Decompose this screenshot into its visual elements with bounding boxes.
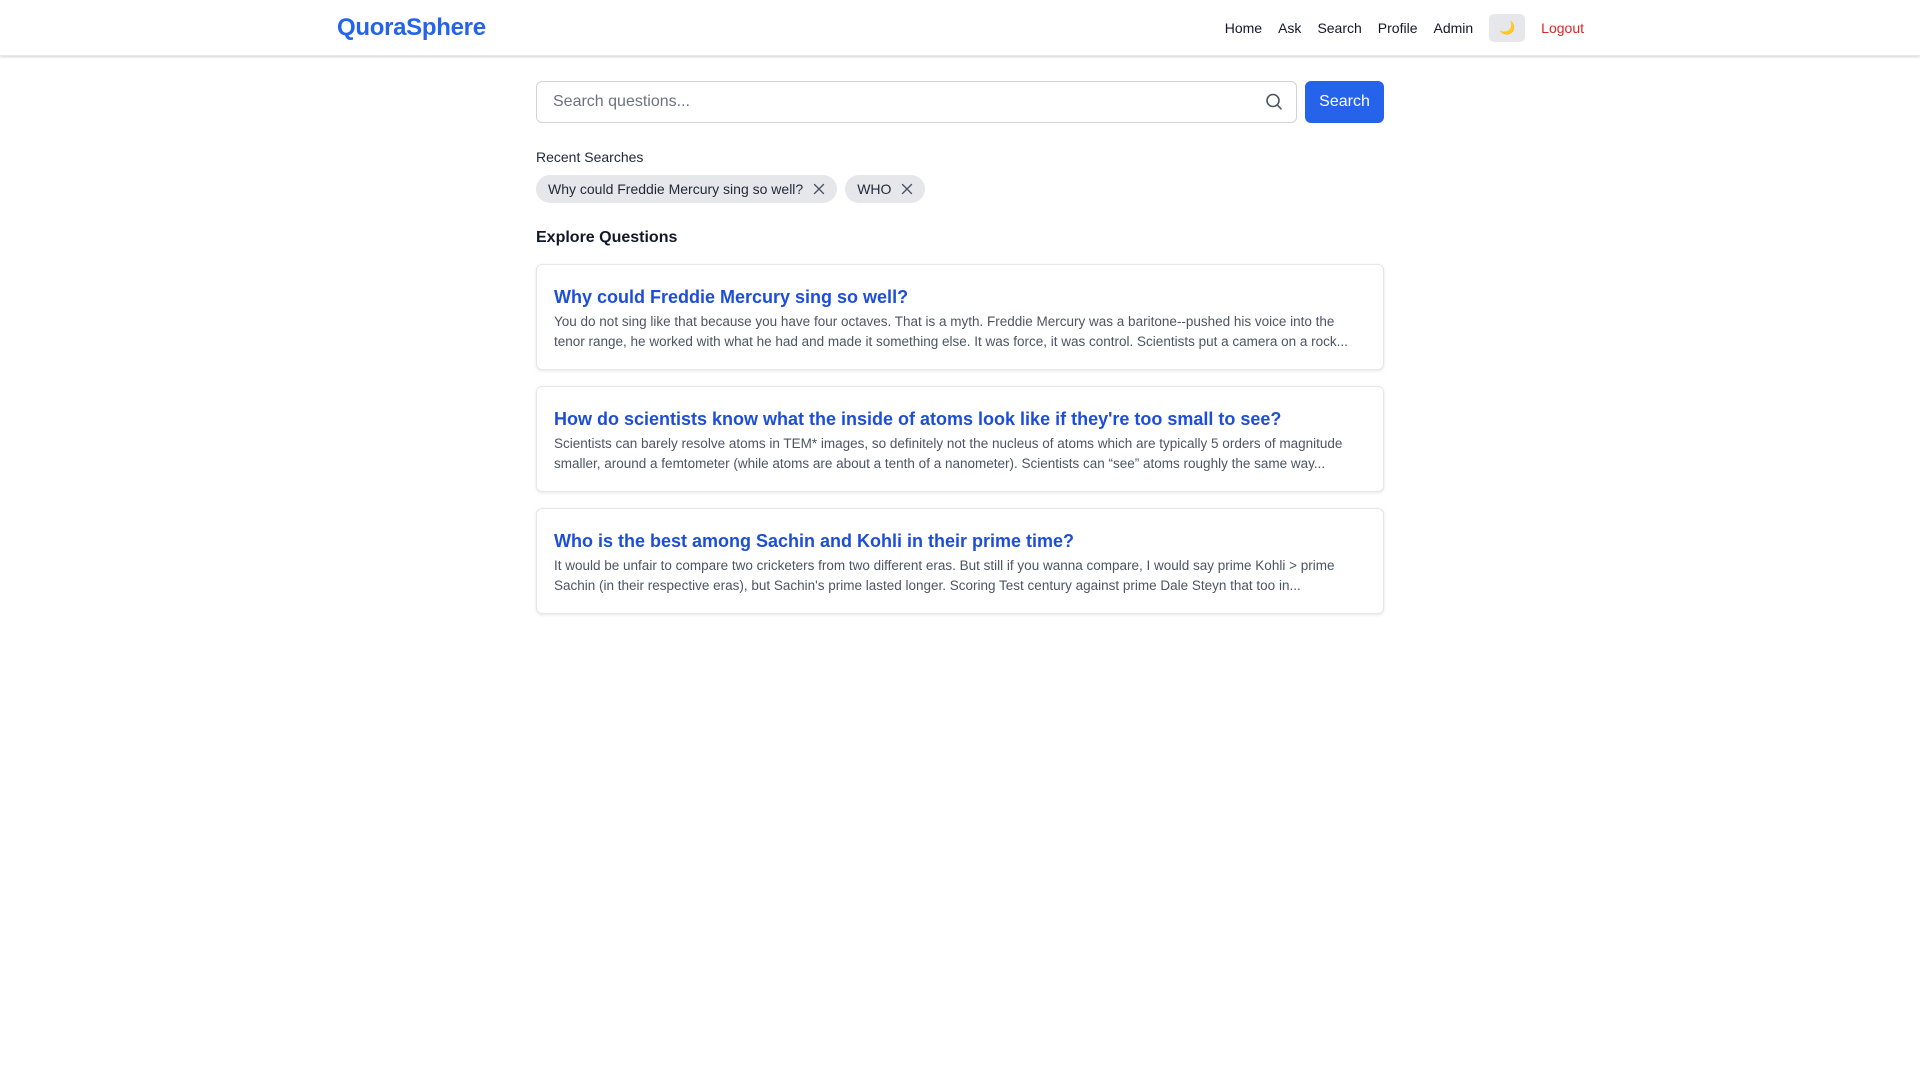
- close-icon[interactable]: [813, 183, 825, 195]
- question-title-link[interactable]: Who is the best among Sachin and Kohli i…: [554, 529, 1367, 553]
- top-navbar: QuoraSphere Home Ask Search Profile Admi…: [0, 0, 1920, 56]
- question-card[interactable]: How do scientists know what the inside o…: [536, 386, 1384, 492]
- moon-icon: 🌙: [1499, 20, 1516, 35]
- answer-excerpt: It would be unfair to compare two cricke…: [554, 558, 1335, 593]
- search-button[interactable]: Search: [1305, 81, 1384, 123]
- explore-questions-heading: Explore Questions: [536, 229, 678, 246]
- logout-link[interactable]: Logout: [1541, 20, 1584, 36]
- answer-excerpt: Scientists can barely resolve atoms in T…: [554, 436, 1343, 471]
- recent-search-chip[interactable]: WHO: [845, 175, 926, 203]
- question-card[interactable]: Why could Freddie Mercury sing so well? …: [536, 264, 1384, 370]
- close-icon[interactable]: [901, 183, 913, 195]
- recent-searches-list: Why could Freddie Mercury sing so well? …: [536, 175, 1384, 203]
- question-title-link[interactable]: How do scientists know what the inside o…: [554, 407, 1367, 431]
- search-icon[interactable]: [1264, 92, 1284, 112]
- nav-admin-link[interactable]: Admin: [1433, 20, 1473, 36]
- search-bar: Search: [536, 81, 1384, 123]
- question-title-link[interactable]: Why could Freddie Mercury sing so well?: [554, 285, 1367, 309]
- nav-ask-link[interactable]: Ask: [1278, 20, 1301, 36]
- main-content: Search Recent Searches Why could Freddie…: [536, 81, 1384, 630]
- nav-links: Home Ask Search Profile Admin 🌙 Logout: [1225, 14, 1584, 42]
- answer-excerpt: You do not sing like that because you ha…: [554, 314, 1348, 349]
- search-input[interactable]: [537, 82, 1296, 122]
- nav-search-link[interactable]: Search: [1317, 20, 1361, 36]
- recent-search-label: WHO: [857, 181, 892, 197]
- theme-toggle-button[interactable]: 🌙: [1489, 14, 1526, 42]
- brand-logo[interactable]: QuoraSphere: [337, 14, 486, 42]
- nav-profile-link[interactable]: Profile: [1378, 20, 1418, 36]
- search-input-wrapper: [536, 81, 1297, 123]
- nav-home-link[interactable]: Home: [1225, 20, 1262, 36]
- question-card[interactable]: Who is the best among Sachin and Kohli i…: [536, 508, 1384, 614]
- question-list: Why could Freddie Mercury sing so well? …: [536, 264, 1384, 614]
- recent-searches-heading: Recent Searches: [536, 149, 644, 165]
- recent-search-label: Why could Freddie Mercury sing so well?: [548, 181, 804, 197]
- recent-search-chip[interactable]: Why could Freddie Mercury sing so well?: [536, 175, 838, 203]
